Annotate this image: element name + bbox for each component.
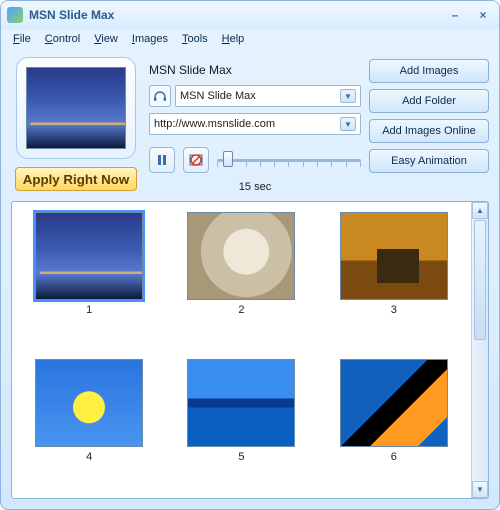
scroll-handle[interactable] [474,220,486,340]
thumbnail-number: 4 [86,451,92,463]
gallery-scrollbar[interactable]: ▲ ▼ [471,202,488,498]
chevron-down-icon[interactable]: ▼ [340,89,356,103]
url-value: http://www.msnslide.com [154,118,275,130]
thumbnail-image [340,359,448,447]
thumbnail-image [340,212,448,300]
minimize-button[interactable]: – [445,7,465,23]
gallery-item[interactable]: 4 [20,359,158,488]
menubar: File Control View Images Tools Help [1,29,499,51]
chevron-down-icon[interactable]: ▼ [340,117,356,131]
nickname-combo[interactable]: MSN Slide Max ▼ [175,85,361,107]
gallery-item[interactable]: 3 [325,212,463,341]
settings-column: MSN Slide Max MSN Slide Max ▼ http://www… [149,57,361,193]
thumbnail-number: 1 [86,304,92,316]
disable-image-icon [189,153,203,167]
thumbnail-image [35,212,143,300]
easy-animation-button[interactable]: Easy Animation [369,149,489,173]
disable-image-button[interactable] [183,147,209,173]
interval-slider[interactable] [217,150,361,170]
apply-button[interactable]: Apply Right Now [15,167,137,191]
window-title: MSN Slide Max [29,8,445,22]
thumbnail-number: 5 [238,451,244,463]
titlebar: MSN Slide Max – × [1,1,499,29]
thumbnail-image [187,359,295,447]
gallery-item[interactable]: 5 [172,359,310,488]
gallery-item[interactable]: 6 [325,359,463,488]
close-button[interactable]: × [473,7,493,23]
thumbnail-image [35,359,143,447]
add-images-button[interactable]: Add Images [369,59,489,83]
menu-images[interactable]: Images [126,31,174,47]
actions-column: Add Images Add Folder Add Images Online … [369,57,489,193]
gallery-item[interactable]: 1 [20,212,158,341]
menu-control[interactable]: Control [39,31,86,47]
scroll-down-button[interactable]: ▼ [472,481,488,498]
menu-tools[interactable]: Tools [176,31,214,47]
preview-column: Apply Right Now [11,57,141,193]
gallery-pane: 1 2 3 4 5 6 ▲ [11,201,489,499]
thumbnail-number: 2 [238,304,244,316]
nickname-heading: MSN Slide Max [149,63,361,77]
gallery-item[interactable]: 2 [172,212,310,341]
add-folder-button[interactable]: Add Folder [369,89,489,113]
menu-view[interactable]: View [88,31,124,47]
app-window: MSN Slide Max – × File Control View Imag… [0,0,500,510]
url-combo[interactable]: http://www.msnslide.com ▼ [149,113,361,135]
pause-button[interactable] [149,147,175,173]
app-icon [7,7,23,23]
add-images-online-button[interactable]: Add Images Online [369,119,489,143]
interval-label: 15 sec [149,181,361,193]
pause-icon [156,154,168,166]
toolbar-area: Apply Right Now MSN Slide Max MSN Slide … [1,51,499,195]
menu-help[interactable]: Help [216,31,251,47]
nickname-combo-value: MSN Slide Max [180,90,256,102]
thumbnail-number: 6 [391,451,397,463]
headset-icon[interactable] [149,85,171,107]
scroll-up-button[interactable]: ▲ [472,202,488,219]
thumbnail-image [187,212,295,300]
preview-frame [16,57,136,159]
menu-file[interactable]: File [7,31,37,47]
thumbnail-number: 3 [391,304,397,316]
preview-image [26,67,126,149]
slider-thumb[interactable] [223,151,233,167]
gallery: 1 2 3 4 5 6 [12,202,471,498]
